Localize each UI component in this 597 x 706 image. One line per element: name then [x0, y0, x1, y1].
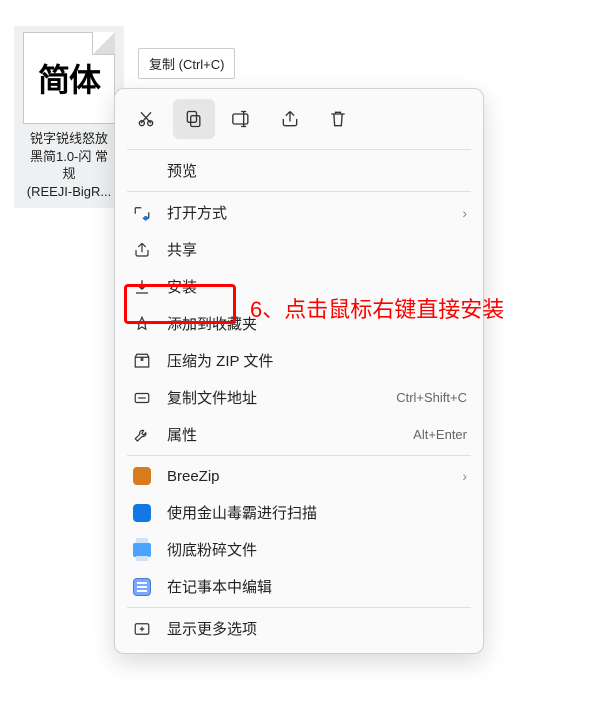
- menu-label: BreeZip: [167, 468, 454, 485]
- jinshan-icon: [131, 503, 153, 523]
- chevron-right-icon: ›: [462, 205, 467, 221]
- menu-copy-path[interactable]: 复制文件地址 Ctrl+Shift+C: [121, 379, 477, 416]
- breezip-icon: [131, 466, 153, 486]
- toolbar-row: [121, 95, 477, 147]
- menu-share[interactable]: 共享: [121, 231, 477, 268]
- delete-button[interactable]: [317, 99, 359, 139]
- menu-label: 预览: [167, 160, 467, 181]
- file-name: 锐字锐线怒放 黑简1.0-闪 常 规 (REEJI-BigR...: [18, 130, 120, 200]
- separator: [127, 149, 471, 150]
- menu-label: 在记事本中编辑: [167, 576, 467, 597]
- menu-label: 打开方式: [167, 202, 454, 223]
- copy-path-icon: [131, 388, 153, 408]
- trash-icon: [328, 109, 348, 129]
- font-file-item[interactable]: 简体 锐字锐线怒放 黑简1.0-闪 常 规 (REEJI-BigR...: [14, 26, 124, 208]
- rename-button[interactable]: [221, 99, 263, 139]
- star-icon: [131, 314, 153, 334]
- install-icon: [131, 277, 153, 297]
- file-thumbnail: 简体: [23, 32, 115, 124]
- menu-jinshan-scan[interactable]: 使用金山毒霸进行扫描: [121, 494, 477, 531]
- menu-label: 彻底粉碎文件: [167, 539, 467, 560]
- copy-icon: [184, 109, 204, 129]
- thumbnail-text: 简体: [38, 55, 100, 101]
- zip-icon: [131, 351, 153, 371]
- menu-label: 使用金山毒霸进行扫描: [167, 502, 467, 523]
- menu-label: 压缩为 ZIP 文件: [167, 350, 467, 371]
- share-icon: [280, 109, 300, 129]
- separator: [127, 191, 471, 192]
- menu-breezip[interactable]: BreeZip ›: [121, 458, 477, 494]
- copy-button[interactable]: [173, 99, 215, 139]
- menu-open-with[interactable]: 打开方式 ›: [121, 194, 477, 231]
- cut-button[interactable]: [125, 99, 167, 139]
- copy-tooltip: 复制 (Ctrl+C): [138, 48, 235, 79]
- open-with-icon: [131, 203, 153, 223]
- shred-icon: [131, 540, 153, 560]
- annotation-text: 6、点击鼠标右键直接安装: [250, 292, 504, 324]
- separator: [127, 455, 471, 456]
- context-menu: 预览 打开方式 › 共享 安装 添加到收藏夹 压缩为 ZIP 文件: [114, 88, 484, 654]
- menu-show-more[interactable]: 显示更多选项: [121, 610, 477, 647]
- share-icon: [131, 240, 153, 260]
- menu-preview[interactable]: 预览: [121, 152, 477, 189]
- menu-label: 显示更多选项: [167, 618, 467, 639]
- menu-compress-zip[interactable]: 压缩为 ZIP 文件: [121, 342, 477, 379]
- more-options-icon: [131, 619, 153, 639]
- wrench-icon: [131, 425, 153, 445]
- menu-label: 复制文件地址: [167, 387, 388, 408]
- menu-shred[interactable]: 彻底粉碎文件: [121, 531, 477, 568]
- chevron-right-icon: ›: [462, 468, 467, 484]
- spacer-icon: [131, 161, 153, 181]
- menu-label: 属性: [167, 424, 405, 445]
- separator: [127, 607, 471, 608]
- menu-label: 共享: [167, 239, 467, 260]
- rename-icon: [231, 109, 253, 129]
- scissors-icon: [136, 109, 156, 129]
- shortcut-text: Alt+Enter: [413, 427, 467, 442]
- notepad-icon: [131, 577, 153, 597]
- shortcut-text: Ctrl+Shift+C: [396, 390, 467, 405]
- menu-properties[interactable]: 属性 Alt+Enter: [121, 416, 477, 453]
- share-button[interactable]: [269, 99, 311, 139]
- menu-notepad-edit[interactable]: 在记事本中编辑: [121, 568, 477, 605]
